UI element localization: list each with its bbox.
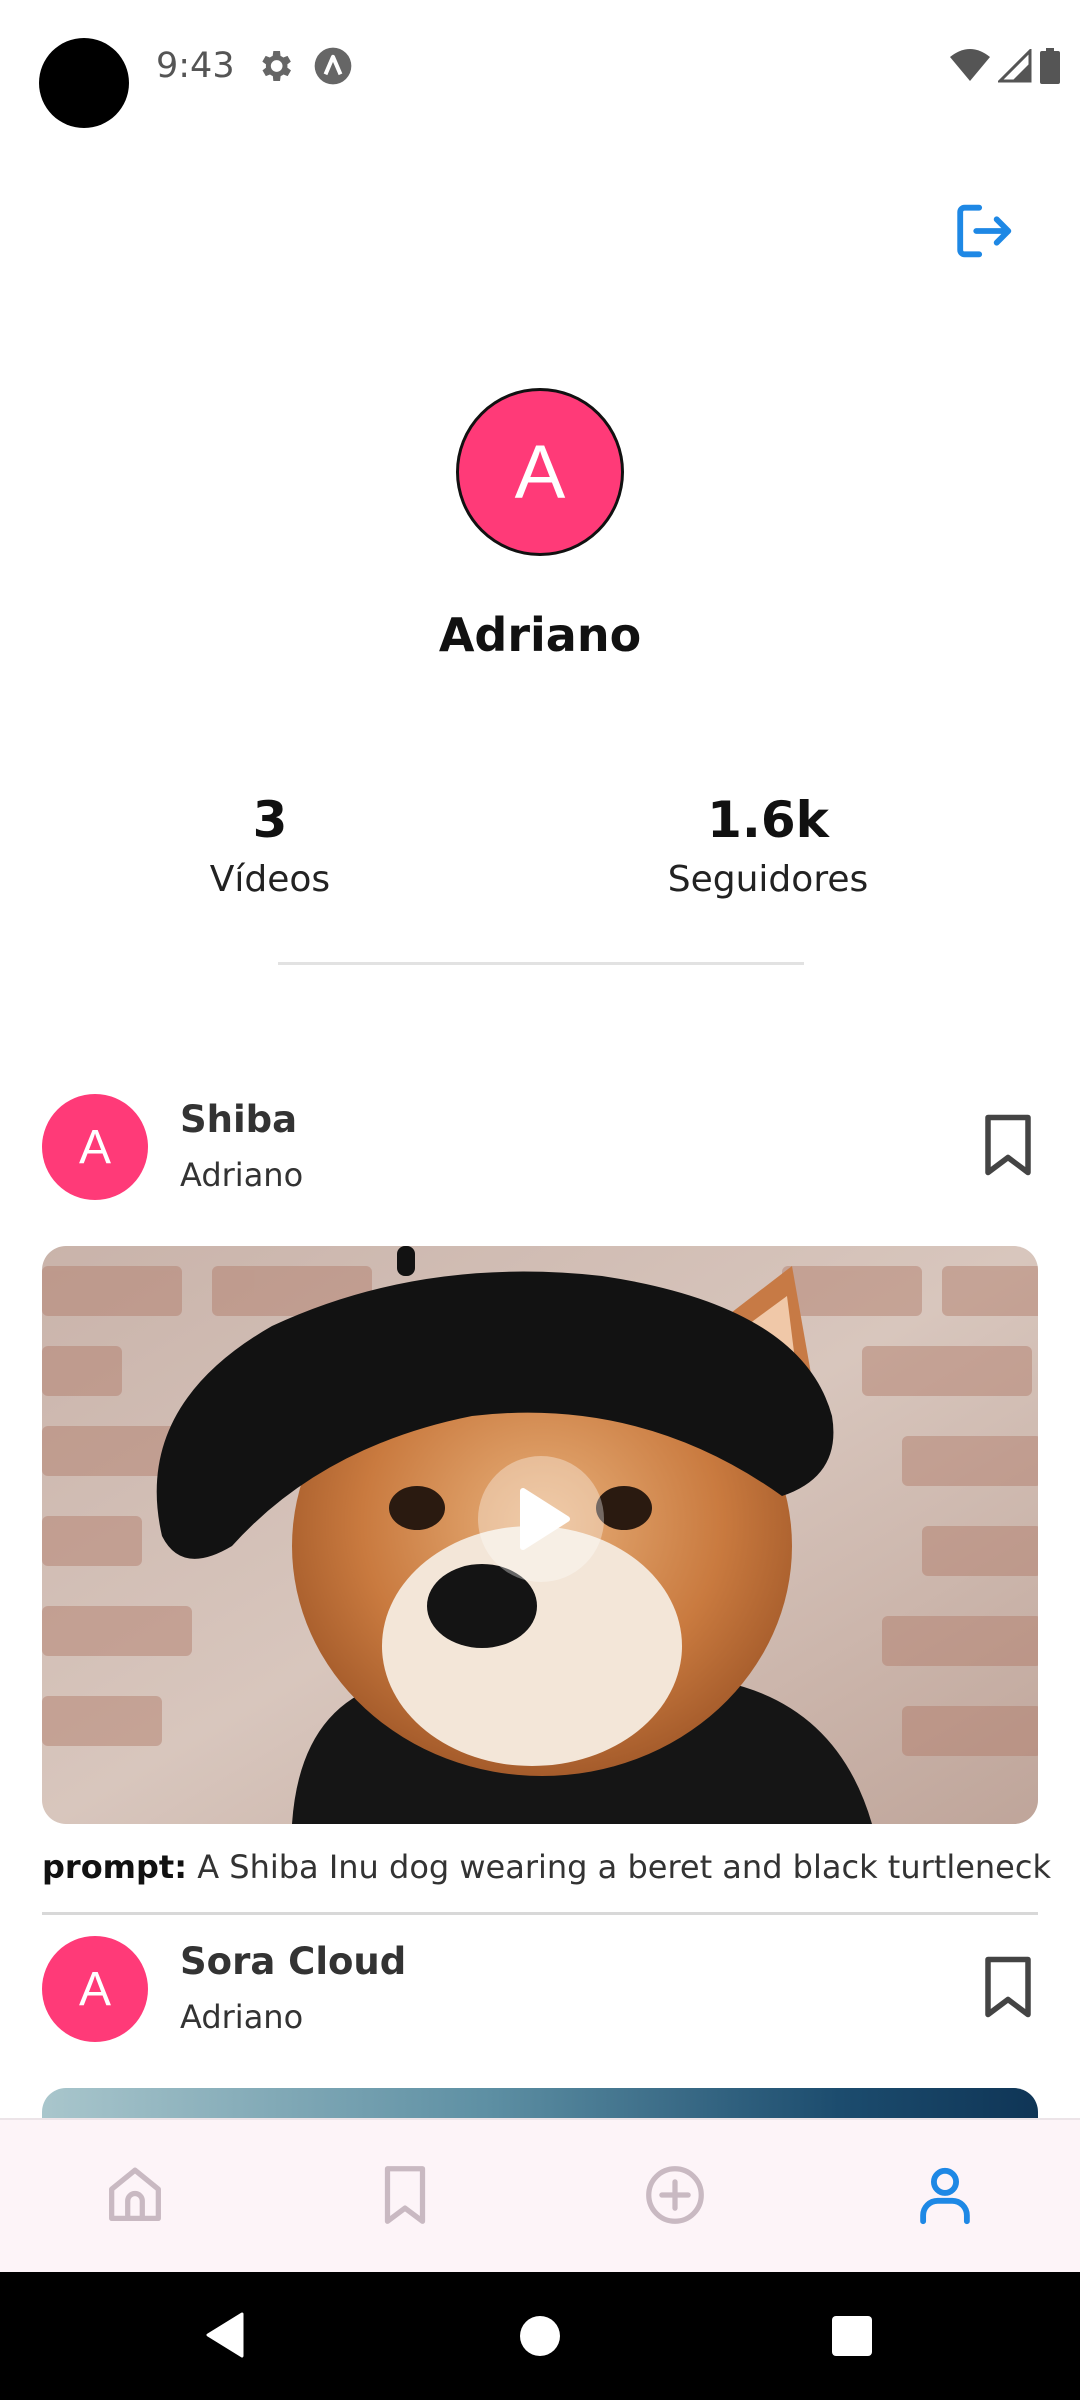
- post-header: A Sora Cloud Adriano: [0, 1936, 1080, 2046]
- stat-followers: 1.6k Seguidores: [618, 788, 918, 908]
- battery-icon: [1040, 48, 1060, 84]
- bookmark-icon[interactable]: [370, 2160, 440, 2230]
- bottom-navigation: [0, 2118, 1080, 2272]
- post-title: Shiba: [180, 1098, 298, 1141]
- profile-avatar: A: [456, 388, 624, 556]
- status-time: 9:43: [156, 46, 235, 86]
- plus-circle-icon[interactable]: [640, 2160, 710, 2230]
- status-bar: 9:43: [0, 0, 1080, 140]
- camera-cutout: [39, 38, 129, 128]
- wifi-icon: [950, 49, 990, 81]
- bookmark-icon[interactable]: [978, 1954, 1038, 2020]
- play-icon: [520, 1488, 570, 1550]
- play-button[interactable]: [478, 1456, 604, 1582]
- stat-videos-label: Vídeos: [209, 859, 331, 900]
- stat-followers-label: Seguidores: [667, 859, 869, 900]
- stat-videos-value: 3: [252, 791, 288, 849]
- home-icon[interactable]: [100, 2160, 170, 2230]
- post-author: Adriano: [180, 1156, 304, 1194]
- post-author: Adriano: [180, 1998, 304, 2036]
- profile-name: Adriano: [438, 608, 642, 662]
- prompt-label: prompt:: [42, 1848, 188, 1886]
- stat-followers-value: 1.6k: [707, 791, 829, 849]
- status-indicators: [950, 46, 1060, 86]
- stat-videos: 3 Vídeos: [120, 788, 420, 908]
- post-avatar[interactable]: A: [42, 1094, 148, 1200]
- post-avatar[interactable]: A: [42, 1936, 148, 2042]
- stats-divider: [278, 962, 804, 965]
- post-prompt: prompt: A Shiba Inu dog wearing a beret …: [42, 1848, 1051, 1886]
- user-icon[interactable]: [910, 2160, 980, 2230]
- back-icon[interactable]: [204, 2312, 246, 2358]
- signal-icon: [998, 49, 1032, 83]
- post-header: A Shiba Adriano: [0, 1094, 1080, 1204]
- post-separator: [42, 1912, 1038, 1915]
- settings-icon: [262, 51, 291, 81]
- system-navigation-bar: [0, 2272, 1080, 2400]
- bookmark-icon[interactable]: [978, 1112, 1038, 1178]
- video-thumbnail[interactable]: [42, 1246, 1038, 1824]
- app-notification-icon: [314, 47, 352, 85]
- prompt-text: A Shiba Inu dog wearing a beret and blac…: [197, 1848, 1051, 1886]
- home-button[interactable]: [520, 2316, 560, 2356]
- post-title: Sora Cloud: [180, 1940, 407, 1983]
- recents-button[interactable]: [832, 2316, 872, 2356]
- logout-icon[interactable]: [950, 196, 1020, 266]
